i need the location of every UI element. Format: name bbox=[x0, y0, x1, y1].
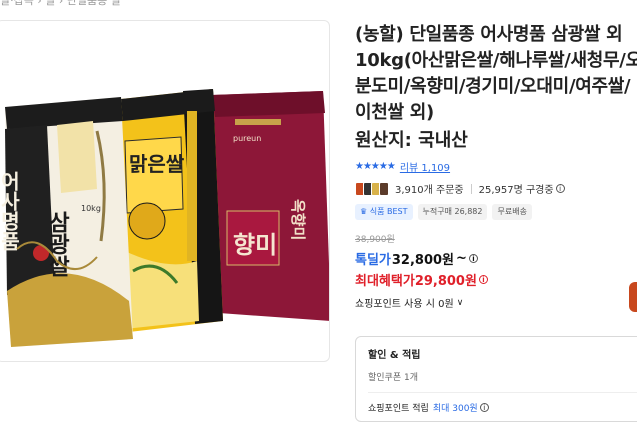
product-origin: 원산지: 국내산 bbox=[355, 130, 468, 151]
buyer-avatars bbox=[355, 181, 389, 196]
badge-label: 식품 BEST bbox=[369, 207, 408, 216]
coupon-info[interactable]: 할인쿠폰 1개 bbox=[368, 370, 637, 383]
info-icon[interactable]: i bbox=[479, 403, 489, 412]
review-link[interactable]: 리뷰 1,109 bbox=[400, 159, 450, 174]
shopping-point-value: 0원 bbox=[438, 299, 454, 310]
bag1-weight: 10kg bbox=[81, 204, 101, 213]
crown-icon: ♛ bbox=[360, 207, 370, 216]
info-icon[interactable]: i bbox=[555, 184, 565, 193]
benefit-panel-title: 할인 & 적립 bbox=[368, 350, 421, 361]
product-info: (농할) 단일품종 어사명품 삼광쌀 외 10kg(아산맑은쌀/해나루쌀/새청무… bbox=[355, 22, 637, 310]
cumulative-purchase-badge: 누적구매 26,882 bbox=[417, 204, 488, 220]
info-icon[interactable]: i bbox=[478, 275, 488, 284]
point-accrual-value: 최대 300원 bbox=[432, 404, 478, 414]
divider bbox=[368, 392, 637, 393]
divider bbox=[470, 183, 472, 194]
deal-price-row: 톡딜가 32,800원 ~ i bbox=[355, 249, 637, 268]
product-image[interactable]: 향미 옥향미 pureun 맑은쌀 어사명품 삼광쌀 10kg bbox=[0, 20, 330, 362]
original-price: 38,900원 bbox=[355, 235, 395, 245]
chevron-down-icon: ∨ bbox=[456, 297, 464, 308]
bag3-vertical-label: 옥향미 bbox=[289, 199, 307, 240]
bag3-label: 향미 bbox=[233, 231, 277, 259]
shopping-point-label: 쇼핑포인트 사용 시 bbox=[355, 299, 435, 310]
bag-samgwangssal: 어사명품 삼광쌀 10kg bbox=[0, 97, 133, 347]
product-title: (농할) 단일품종 어사명품 삼광쌀 외 10kg(아산맑은쌀/해나루쌀/새청무… bbox=[355, 24, 637, 123]
star-rating-icon: ★★★★★ bbox=[355, 161, 396, 172]
point-accrual-row: 쇼핑포인트 적립 최대 300원 i bbox=[368, 401, 637, 414]
shopping-point-dropdown[interactable]: 쇼핑포인트 사용 시 0원 ∨ bbox=[355, 295, 637, 311]
food-best-badge[interactable]: ♛ 식품 BEST bbox=[355, 204, 413, 220]
bag-malgeunssal: 맑은쌀 bbox=[121, 89, 223, 333]
badge-list: ♛ 식품 BEST 누적구매 26,882 무료배송 bbox=[355, 204, 637, 220]
benefit-panel: 할인 & 적립 할인쿠폰 1개 쇼핑포인트 적립 최대 300원 i bbox=[355, 336, 637, 422]
rating-row: ★★★★★ 리뷰 1,109 bbox=[355, 159, 637, 174]
side-floating-tab[interactable] bbox=[629, 282, 637, 312]
order-count: 3,910개 주문중 bbox=[395, 185, 464, 196]
deal-price-label: 톡딜가 bbox=[355, 253, 391, 268]
best-price-value: 29,800원 bbox=[414, 274, 477, 289]
viewer-count: 25,957명 구경중 bbox=[478, 185, 554, 196]
deal-price-suffix: ~ bbox=[456, 251, 467, 266]
deal-price-value: 32,800원 bbox=[391, 253, 455, 268]
best-benefit-price-row: 최대혜택가 29,800원 i bbox=[355, 270, 637, 289]
order-stats-row: 3,910개 주문중 25,957명 구경중 i bbox=[355, 181, 637, 196]
best-price-label: 최대혜택가 bbox=[355, 274, 415, 289]
bag2-label: 맑은쌀 bbox=[129, 152, 185, 176]
free-shipping-badge: 무료배송 bbox=[492, 204, 532, 220]
point-accrual-label: 쇼핑포인트 적립 bbox=[368, 404, 429, 414]
bag1-brand: 어사명품 bbox=[0, 171, 21, 251]
breadcrumb: 쌀·잡곡 › 쌀 › 단일품종 쌀 bbox=[0, 0, 121, 7]
svg-text:pureun: pureun bbox=[233, 134, 261, 143]
bag-okhyangmi: 향미 옥향미 pureun bbox=[211, 91, 329, 321]
info-icon[interactable]: i bbox=[468, 254, 478, 263]
rice-bags-illustration: 향미 옥향미 pureun 맑은쌀 어사명품 삼광쌀 10kg bbox=[0, 89, 329, 347]
